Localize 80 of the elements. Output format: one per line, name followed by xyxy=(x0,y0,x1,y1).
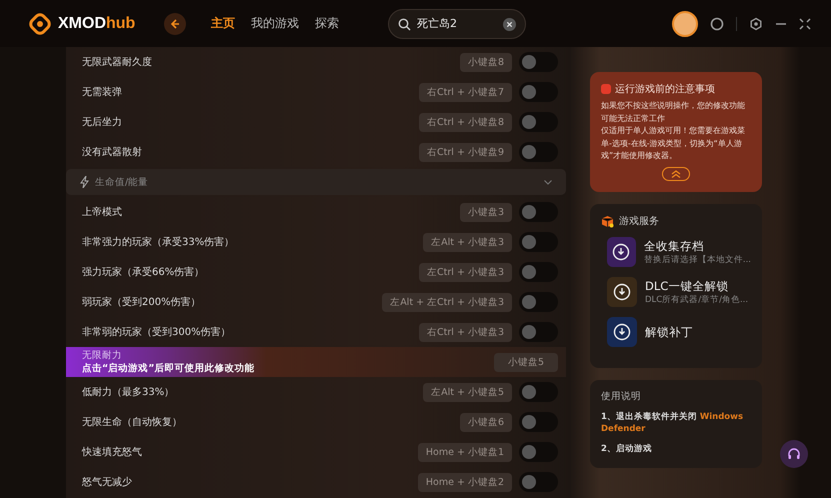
usage-step: 2、启动游戏 xyxy=(601,443,751,455)
lightning-icon xyxy=(80,176,89,188)
nav-tab[interactable]: 探索 xyxy=(308,11,346,36)
warning-icon xyxy=(601,84,611,94)
back-arrow-icon xyxy=(169,18,181,30)
toggle-switch[interactable] xyxy=(519,202,558,222)
cheat-label: 无限生命（自动恢复） xyxy=(82,416,183,429)
hotkey-badge: 右Ctrl + 小键盘8 xyxy=(419,112,512,132)
cheat-label: 无需装弹 xyxy=(82,86,123,99)
double-chevron-icon xyxy=(671,170,681,178)
cheat-label: 无后坐力 xyxy=(82,116,123,129)
nav-tab[interactable]: 我的游戏 xyxy=(244,11,306,36)
download-icon[interactable] xyxy=(607,237,636,267)
toggle-switch[interactable] xyxy=(519,112,558,132)
hotkey-badge: 小键盘3 xyxy=(460,202,512,222)
toggle-switch[interactable] xyxy=(519,52,558,72)
hotkey-badge: 左Ctrl + 小键盘3 xyxy=(419,262,512,282)
cheat-label: 低耐力（最多33%） xyxy=(82,386,176,399)
collapse-button[interactable] xyxy=(662,166,690,180)
box-icon xyxy=(601,214,614,228)
cheat-label: 强力玩家（承受66%伤害） xyxy=(82,266,206,279)
toggle-switch[interactable] xyxy=(519,472,558,492)
hotkey-badge: 左Alt + 小键盘3 xyxy=(423,232,512,252)
service-title[interactable]: 全收集存档 xyxy=(644,238,751,254)
cheat-label: 无限耐力 xyxy=(82,350,123,362)
toggle-switch[interactable] xyxy=(519,322,558,342)
hotkey-badge: 右Ctrl + 小键盘7 xyxy=(419,82,512,102)
toggle-switch[interactable] xyxy=(519,442,558,462)
toggle-switch[interactable] xyxy=(519,292,558,312)
launch-hint: 点击“启动游戏”后即可使用此修改功能 xyxy=(82,362,256,374)
cheat-label: 非常弱的玩家（受到300%伤害） xyxy=(82,326,232,339)
notice-title: 运行游戏前的注意事项 xyxy=(615,82,715,96)
cheat-label: 弱玩家（受到200%伤害） xyxy=(82,296,202,309)
section-header[interactable]: 生命值/能量 xyxy=(66,169,566,195)
hotkey-badge: 右Ctrl + 小键盘3 xyxy=(419,322,512,342)
hotkey-badge: 小键盘8 xyxy=(460,52,512,72)
hotkey-badge: 小键盘5 xyxy=(494,352,558,372)
notification-icon[interactable] xyxy=(710,16,724,30)
hotkey-badge: Home + 小键盘1 xyxy=(418,442,512,462)
cheat-label: 没有武器散射 xyxy=(82,146,143,159)
services-title: 游戏服务 xyxy=(619,214,659,228)
headset-icon xyxy=(787,447,801,461)
service-title[interactable]: 解锁补丁 xyxy=(645,324,693,340)
usage-step: 1、退出杀毒软件并关闭 Windows Defender xyxy=(601,411,751,435)
service-subtitle: DLC所有武器/章节/角色... xyxy=(645,294,748,306)
service-subtitle: 替换后请选择【本地文件... xyxy=(644,254,751,266)
hotkey-badge: 左Alt + 小键盘5 xyxy=(423,382,512,402)
settings-icon[interactable] xyxy=(749,16,763,30)
cheat-label: 无限武器耐久度 xyxy=(82,56,153,69)
maximize-icon[interactable] xyxy=(799,18,811,30)
logo-icon xyxy=(28,12,52,36)
back-button[interactable] xyxy=(164,12,186,34)
toggle-switch[interactable] xyxy=(519,142,558,162)
cheat-label: 怒气无减少 xyxy=(82,476,133,489)
toggle-switch[interactable] xyxy=(519,262,558,282)
search-field[interactable]: 死亡岛2 xyxy=(388,8,526,38)
notice-text: 如果您不按这些说明操作，您的修改功能可能无法正常工作 xyxy=(601,100,746,124)
user-avatar[interactable] xyxy=(672,10,698,36)
hotkey-badge: 右Ctrl + 小键盘9 xyxy=(419,142,512,162)
app-logo-text: XMODhub xyxy=(58,14,136,32)
service-title[interactable]: DLC一键全解锁 xyxy=(645,278,748,294)
cheat-label: 非常强力的玩家（承受33%伤害） xyxy=(82,236,236,249)
search-icon xyxy=(398,18,411,30)
toggle-switch[interactable] xyxy=(519,412,558,432)
download-icon[interactable] xyxy=(607,277,637,307)
clear-icon[interactable] xyxy=(503,18,516,30)
notice-text: 仅适用于单人游戏可用！您需要在游戏菜单-选项-在线-游戏类型，切换为“单人游戏”才能使用修改器。 xyxy=(601,125,746,162)
toggle-switch[interactable] xyxy=(519,382,558,402)
hotkey-badge: Home + 小键盘2 xyxy=(418,472,512,492)
hotkey-badge: 左Alt + 左Ctrl + 小键盘3 xyxy=(382,292,512,312)
cheat-label: 快速填充怒气 xyxy=(82,446,143,459)
toggle-switch[interactable] xyxy=(519,232,558,252)
support-button[interactable] xyxy=(780,440,808,468)
nav-tab[interactable]: 主页 xyxy=(204,11,242,36)
hotkey-badge: 小键盘6 xyxy=(460,412,512,432)
usage-title: 使用说明 xyxy=(601,390,642,403)
download-icon[interactable] xyxy=(607,317,637,347)
section-title: 生命值/能量 xyxy=(95,176,150,188)
toggle-switch[interactable] xyxy=(519,82,558,102)
cheat-label: 上帝模式 xyxy=(82,206,123,219)
